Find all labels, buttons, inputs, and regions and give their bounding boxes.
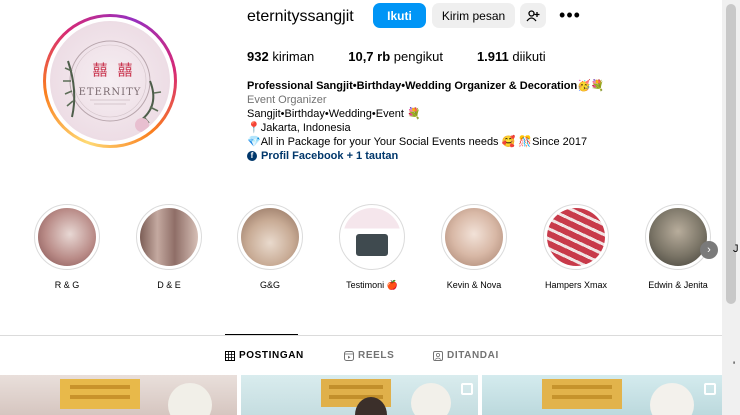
post-tile[interactable]	[482, 375, 722, 415]
bio-line: Sangjit•Birthday•Wedding•Event 💐	[247, 108, 421, 120]
bio-name: Professional Sangjit•Birthday•Wedding Or…	[247, 80, 605, 92]
tab-reels[interactable]: REELS	[344, 350, 394, 361]
scrollbar-thumb[interactable]	[726, 4, 736, 304]
highlight-ring	[645, 204, 711, 270]
highlight-ring	[237, 204, 303, 270]
highlight-ring	[441, 204, 507, 270]
highlight-item[interactable]: Testimoni 🍎	[339, 204, 405, 291]
post-tile[interactable]	[0, 375, 237, 415]
tab-label: POSTINGAN	[239, 350, 304, 361]
highlight-ring	[34, 204, 100, 270]
bio-line: 📍Jakarta, Indonesia	[247, 122, 351, 134]
tab-tagged[interactable]: DITANDAI	[433, 350, 499, 361]
post-image	[321, 379, 451, 415]
follow-button[interactable]: Ikuti	[373, 3, 426, 28]
tagged-icon	[433, 350, 443, 361]
highlight-label: G&G	[259, 280, 280, 290]
bio-category: Event Organizer	[247, 94, 327, 106]
highlight-thumbnail	[445, 208, 503, 266]
highlight-item[interactable]: D & E	[136, 204, 202, 290]
chevron-right-icon[interactable]: ›	[700, 241, 718, 259]
highlight-thumbnail	[649, 208, 707, 266]
post-tile[interactable]	[241, 375, 478, 415]
highlight-ring	[543, 204, 609, 270]
message-button[interactable]: Kirim pesan	[432, 3, 515, 28]
highlight-thumbnail	[241, 208, 299, 266]
highlight-label: Testimoni 🍎	[346, 280, 398, 290]
highlight-label: Edwin & Jenita	[648, 280, 708, 290]
username[interactable]: eternityssangjit	[247, 8, 354, 26]
add-user-button[interactable]	[520, 3, 546, 28]
facebook-icon: f	[247, 151, 257, 161]
highlight-label: Hampers Xmax	[544, 280, 607, 290]
svg-text:ETERNITY: ETERNITY	[79, 87, 142, 98]
highlight-thumbnail	[140, 208, 198, 266]
highlight-item[interactable]: Kevin & Nova	[441, 204, 507, 290]
highlight-ring	[136, 204, 202, 270]
post-image	[60, 379, 212, 415]
tab-label: DITANDAI	[447, 350, 499, 361]
stat-posts[interactable]: 932 kiriman	[247, 49, 314, 64]
bio-link[interactable]: f Profil Facebook + 1 tautan	[247, 149, 667, 163]
post-image	[542, 379, 694, 415]
highlight-thumbnail	[38, 208, 96, 266]
bio-line: 💎All in Package for your Your Social Eve…	[247, 136, 588, 148]
stat-following[interactable]: 1.911 diikuti	[477, 49, 546, 64]
edge-glyph: '	[733, 360, 736, 372]
svg-text:囍: 囍	[117, 61, 132, 79]
highlight-thumbnail	[547, 208, 605, 266]
ellipsis-icon: •••	[559, 5, 581, 25]
stat-followers[interactable]: 10,7 rb pengikut	[348, 49, 443, 64]
highlight-label: R & G	[54, 280, 80, 290]
svg-text:囍: 囍	[92, 61, 107, 79]
highlight-item[interactable]: Hampers Xmax	[543, 204, 609, 290]
reels-icon	[344, 350, 354, 361]
profile-bio: Professional Sangjit•Birthday•Wedding Or…	[247, 79, 667, 163]
highlight-label: D & E	[157, 280, 181, 290]
highlight-item[interactable]: G&G	[237, 204, 303, 290]
edge-glyph: J	[733, 243, 739, 255]
carousel-icon	[704, 383, 716, 395]
grid-icon	[225, 350, 235, 361]
avatar-image: 囍 囍 ETERNITY	[50, 21, 170, 141]
highlight-ring	[339, 204, 405, 270]
highlight-item[interactable]: R & G	[34, 204, 100, 290]
more-options-button[interactable]: •••	[556, 3, 584, 28]
person-plus-icon	[526, 9, 540, 21]
eternity-logo: 囍 囍 ETERNITY	[63, 40, 162, 132]
tab-divider	[0, 335, 722, 336]
active-tab-indicator	[225, 334, 298, 335]
tab-label: REELS	[358, 350, 395, 361]
highlight-label: Kevin & Nova	[446, 280, 502, 290]
profile-avatar[interactable]: 囍 囍 ETERNITY	[43, 14, 177, 148]
tab-posts[interactable]: POSTINGAN	[225, 350, 304, 361]
carousel-icon	[461, 383, 473, 395]
highlight-thumbnail	[343, 208, 401, 266]
profile-stats: 932 kiriman 10,7 rb pengikut 1.911 diiku…	[247, 49, 580, 64]
bio-link-text[interactable]: Profil Facebook + 1 tautan	[261, 149, 398, 163]
